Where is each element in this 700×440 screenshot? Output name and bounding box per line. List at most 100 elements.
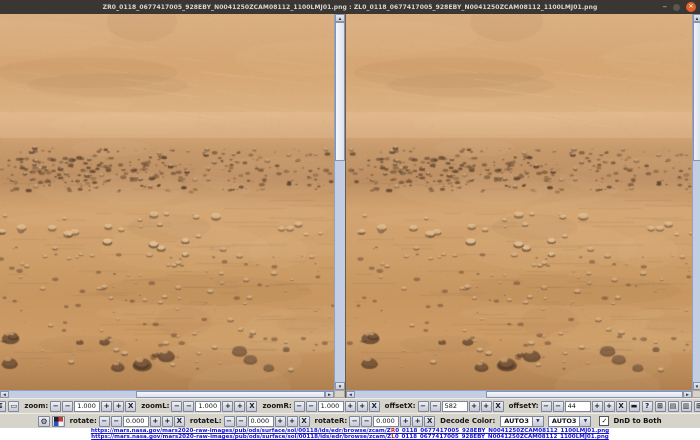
horizontal-scroll-thumb[interactable] <box>135 391 325 398</box>
scroll-right-button[interactable]: ► <box>325 391 334 398</box>
rotater-decrement-large-button[interactable]: − <box>349 415 361 427</box>
decode-color-select-2[interactable]: AUTO3 ▼ <box>547 415 592 427</box>
offsety-decrement-large-button[interactable]: − <box>540 400 552 412</box>
rotate-increment-large-button[interactable]: + <box>161 415 173 427</box>
zooml-reset-button[interactable]: X <box>246 400 258 412</box>
zoomr-decrement-large-button[interactable]: − <box>293 400 305 412</box>
offsetx-increment-button[interactable]: + <box>468 400 480 412</box>
zoom-increment-button[interactable]: + <box>101 400 113 412</box>
chevron-down-icon[interactable]: ▼ <box>579 416 591 426</box>
scroll-track[interactable] <box>9 391 136 398</box>
actual-size-button[interactable]: ▭ <box>8 400 20 412</box>
rotate-decrement-button[interactable]: − <box>110 415 122 427</box>
offsetx-decrement-large-button[interactable]: − <box>417 400 429 412</box>
decode-color-select-1-value: AUTO3 <box>504 417 529 425</box>
scroll-right-button[interactable]: ► <box>683 391 692 398</box>
scroll-down-button[interactable]: ▼ <box>693 382 700 390</box>
offsetx-reset-button[interactable]: X <box>492 400 504 412</box>
rows-layout-button[interactable]: ▤ <box>667 400 679 412</box>
offsety-increment-button[interactable]: + <box>591 400 603 412</box>
horizontal-scroll-thumb[interactable] <box>486 391 683 398</box>
rotatel-field[interactable] <box>247 415 274 427</box>
rotate-reset-button[interactable]: X <box>173 415 185 427</box>
rotater-increment-large-button[interactable]: + <box>412 415 424 427</box>
rotater-field[interactable] <box>373 415 400 427</box>
offsetx-field[interactable] <box>441 400 468 412</box>
grid-button[interactable]: ⊞ <box>654 400 666 412</box>
close-button[interactable]: ✕ <box>686 2 696 12</box>
pan-mode-button[interactable]: ▬ <box>628 400 640 412</box>
zoom-spinner-group: zoom:−−++X <box>21 400 137 412</box>
rotatel-increment-large-button[interactable]: + <box>286 415 298 427</box>
zoomr-field[interactable] <box>317 400 344 412</box>
source-url-link-2[interactable]: https://mars.nasa.gov/mars2020-raw-image… <box>91 434 609 440</box>
offsetx-spinner-group: offsetX:−−++X <box>382 400 504 412</box>
rotate-field[interactable] <box>122 415 149 427</box>
decode-color-select-1[interactable]: AUTO3 ▼ <box>500 415 544 427</box>
zoomr-reset-button[interactable]: X <box>368 400 380 412</box>
settings-button[interactable]: ⚙ <box>38 415 50 427</box>
rotate-decrement-large-button[interactable]: − <box>98 415 110 427</box>
scroll-left-button[interactable]: ◄ <box>346 391 355 398</box>
scroll-up-button[interactable]: ▲ <box>693 14 700 22</box>
left-horizontal-scrollbar[interactable]: ◄ ► <box>0 390 334 398</box>
zoom-field[interactable] <box>74 400 101 412</box>
offsetx-label: offsetX: <box>384 402 416 410</box>
minimize-button[interactable]: – <box>663 2 668 12</box>
vertical-scroll-thumb[interactable] <box>693 22 700 162</box>
offsety-increment-large-button[interactable]: + <box>603 400 615 412</box>
right-mars-image[interactable] <box>346 14 692 390</box>
rotater-reset-button[interactable]: X <box>424 415 436 427</box>
rotatel-decrement-large-button[interactable]: − <box>223 415 235 427</box>
scroll-track[interactable] <box>693 161 700 382</box>
left-mars-image[interactable] <box>0 14 334 390</box>
scroll-track[interactable] <box>355 391 486 398</box>
scroll-down-button[interactable]: ▼ <box>335 382 345 390</box>
vertical-scroll-thumb[interactable] <box>335 22 345 162</box>
offsetx-decrement-button[interactable]: − <box>429 400 441 412</box>
color-palette-icon <box>53 416 63 426</box>
color-palette-button[interactable] <box>51 415 65 427</box>
zoomr-increment-large-button[interactable]: + <box>356 400 368 412</box>
rotate-spinner-group: rotate:−−++X <box>67 415 185 427</box>
left-vertical-scrollbar[interactable]: ▲ ▼ <box>334 14 345 390</box>
tile-layout-button[interactable]: ⊞ <box>693 400 700 412</box>
scroll-up-button[interactable]: ▲ <box>335 14 345 22</box>
dnd-to-both-checkbox[interactable]: ✓ <box>599 416 610 426</box>
offsety-field[interactable] <box>564 400 591 412</box>
zoom-increment-large-button[interactable]: + <box>113 400 125 412</box>
offsetx-increment-large-button[interactable]: + <box>480 400 492 412</box>
zooml-increment-large-button[interactable]: + <box>234 400 246 412</box>
offsety-decrement-button[interactable]: − <box>552 400 564 412</box>
zooml-decrement-button[interactable]: − <box>183 400 195 412</box>
chevron-down-icon[interactable]: ▼ <box>531 416 543 426</box>
rotatel-reset-button[interactable]: X <box>298 415 310 427</box>
rotate-increment-button[interactable]: + <box>149 415 161 427</box>
decode-color-select-2-value: AUTO3 <box>551 417 577 425</box>
zoomr-decrement-button[interactable]: − <box>305 400 317 412</box>
scroll-track[interactable] <box>335 161 345 382</box>
zoom-reset-button[interactable]: X <box>125 400 137 412</box>
rotatel-decrement-button[interactable]: − <box>235 415 247 427</box>
rotatel-label: rotateL: <box>189 417 222 425</box>
zooml-decrement-large-button[interactable]: − <box>171 400 183 412</box>
maximize-button[interactable] <box>673 3 680 11</box>
help-button[interactable]: ? <box>641 400 653 412</box>
zoomr-increment-button[interactable]: + <box>344 400 356 412</box>
rotatel-increment-button[interactable]: + <box>274 415 286 427</box>
stereo-viewer-window: ZR0_0118_0677417005_928EBY_N0041250ZCAM0… <box>0 0 700 440</box>
zooml-field[interactable] <box>195 400 222 412</box>
scroll-left-button[interactable]: ◄ <box>0 391 9 398</box>
right-vertical-scrollbar[interactable]: ▲ ▼ <box>692 14 700 390</box>
offsety-reset-button[interactable]: X <box>615 400 627 412</box>
titlebar[interactable]: ZR0_0118_0677417005_928EBY_N0041250ZCAM0… <box>0 0 700 14</box>
fit-image-button[interactable]: ↧ <box>0 400 7 412</box>
zoom-decrement-large-button[interactable]: − <box>50 400 62 412</box>
columns-layout-button[interactable]: ▥ <box>680 400 692 412</box>
rotater-decrement-button[interactable]: − <box>361 415 373 427</box>
rotater-increment-button[interactable]: + <box>400 415 412 427</box>
zoom-decrement-button[interactable]: − <box>62 400 74 412</box>
dnd-to-both-label: DnD to Both <box>613 417 662 425</box>
right-horizontal-scrollbar[interactable]: ◄ ► <box>346 390 692 398</box>
zooml-increment-button[interactable]: + <box>222 400 234 412</box>
